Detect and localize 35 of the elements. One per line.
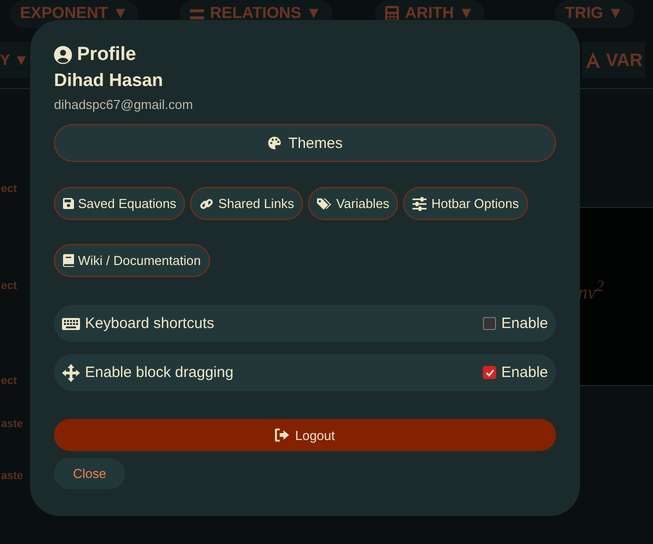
checkbox-label: Enable [501, 364, 548, 381]
palette-icon [267, 136, 282, 150]
side-button[interactable]: ect [1, 375, 17, 387]
checkbox-label: Enable [501, 315, 548, 332]
tags-icon [317, 196, 332, 210]
hotbar-button[interactable]: TRIG ▼ [555, 0, 634, 28]
setting-label: Enable block dragging [85, 364, 234, 381]
sign-out-icon [275, 428, 290, 442]
side-button[interactable]: ect [1, 280, 17, 292]
menu-link-button[interactable]: Shared Links [190, 187, 304, 220]
book-icon [63, 254, 74, 267]
logout-button[interactable]: Logout [54, 419, 556, 451]
user-name: Dihad Hasan [54, 70, 164, 91]
themes-button[interactable]: Themes [54, 124, 556, 162]
hotbar-button[interactable]: VAR [582, 42, 645, 78]
menu-link-button[interactable]: Wiki / Documentation [54, 244, 210, 277]
enable-checkbox[interactable] [483, 317, 496, 330]
move-arrows-icon [62, 364, 80, 382]
link-icon [199, 196, 214, 210]
setting-label: Keyboard shortcuts [85, 315, 216, 332]
menu-link-button[interactable]: Hotbar Options [403, 187, 528, 220]
user-email: dihadspc67@gmail.com [54, 97, 194, 112]
dialog-title: Profile [77, 44, 136, 66]
sliders-icon [412, 196, 428, 210]
enable-checkbox[interactable] [483, 366, 496, 379]
side-button[interactable]: aste [1, 470, 24, 482]
side-button[interactable]: aste [1, 418, 24, 430]
close-button[interactable]: Close [54, 458, 126, 489]
menu-link-button[interactable]: Variables [308, 187, 398, 220]
user-circle-icon [54, 46, 72, 64]
side-button[interactable]: ect [1, 183, 17, 195]
keyboard-icon [62, 318, 80, 330]
menu-link-button[interactable]: Saved Equations [54, 187, 186, 220]
hotbar-button[interactable]: Y ▼ [0, 42, 29, 78]
letter-a-icon [586, 52, 600, 68]
